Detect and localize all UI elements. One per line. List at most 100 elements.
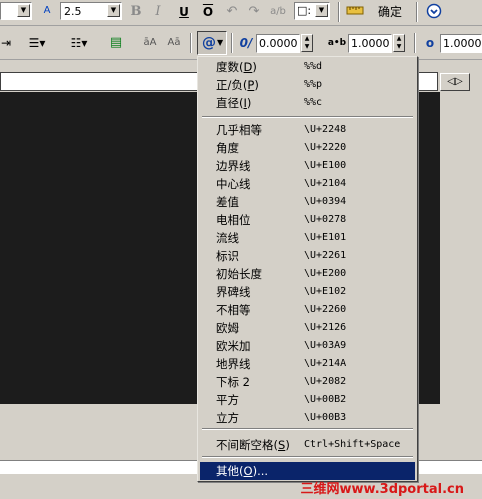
text-height-combo[interactable]: 2.5 ▼ [60,2,122,20]
menu-item-label: 电相位 [216,213,251,227]
tracking-spinner[interactable]: ▲ ▼ [393,34,405,52]
ok-button[interactable]: 确定 [370,3,410,21]
menu-item-symbol[interactable]: 几乎相等 \U+2248 [200,121,415,139]
text-height-icon: A [43,5,51,16]
menu-separator [202,456,413,458]
options-icon[interactable] [424,3,444,21]
toolbar-separator [414,33,416,53]
chevron-down-icon[interactable]: ▼ [17,4,30,17]
tab-icon[interactable]: ⇥ [0,34,12,52]
menu-item-code: \U+E200 [304,268,347,279]
menu-item-label: 平方 [216,393,239,407]
menu-item-symbol[interactable]: 角度 \U+2220 [200,139,415,157]
menu-item-label: 边界线 [216,159,251,173]
menu-item-symbol[interactable]: 标识 \U+2261 [200,247,415,265]
menu-item-symbol[interactable]: 欧姆 \U+2126 [200,319,415,337]
menu-item-degree[interactable]: 度数(D) %%d [200,58,415,76]
menu-item-label: 欧姆 [216,321,239,335]
watermark: 三维网www.3dportal.cn [300,482,464,497]
menu-item-label: 直径 [216,96,239,110]
ruler-icon[interactable] [345,3,365,21]
menu-item-symbol[interactable]: 地界线 \U+214A [200,355,415,373]
oblique-angle-icon: 0/ [239,36,253,50]
menu-item-symbol[interactable]: 差值 \U+0394 [200,193,415,211]
redo-icon[interactable]: ↷ [246,3,262,21]
menu-item-symbol[interactable]: 中心线 \U+2104 [200,175,415,193]
menu-item-label: 不相等 [216,303,251,317]
menu-item-plus-minus[interactable]: 正/负(P) %%p [200,76,415,94]
symbol-menu: 度数(D) %%d 正/负(P) %%p 直径(I) %%c 几乎相等 \U+22… [197,56,418,482]
ruler-arrows-icon[interactable]: ◁▷ [440,73,470,91]
menu-item-code: \U+2261 [304,250,347,261]
color-combo[interactable]: □: ▼ [294,2,330,20]
font-combo[interactable]: ▼ [0,2,32,20]
menu-item-code: \U+2104 [304,178,347,189]
menu-item-hotkey: P [247,78,255,92]
tracking-value: 1.0000 [351,37,390,50]
menu-item-label: 其他 [216,464,239,478]
numbering-icon[interactable]: ☷▾ [64,34,94,52]
width-factor-input[interactable]: 1.0000 [440,34,482,53]
menu-item-ellipsis: ... [257,464,269,478]
underline-button[interactable]: U [176,3,192,21]
menu-item-symbol[interactable]: 边界线 \U+E100 [200,157,415,175]
tracking-icon: a•b [327,38,347,48]
width-factor-value: 1.0000 [443,37,482,50]
menu-item-symbol[interactable]: 初始长度 \U+E200 [200,265,415,283]
menu-item-diameter[interactable]: 直径(I) %%c [200,94,415,112]
menu-item-label: 正/负 [216,78,243,92]
menu-item-label: 度数 [216,60,239,74]
chevron-down-icon[interactable]: ▼ [107,4,120,17]
menu-item-symbol[interactable]: 流线 \U+E101 [200,229,415,247]
lowercase-button[interactable]: Aā [164,34,184,52]
formatting-toolbar: ▼ A 2.5 ▼ B I U O ↶ ↷ a/b □: ▼ 确定 [0,0,482,26]
menu-item-nonbreaking-space[interactable]: 不间断空格(S) Ctrl+Shift+Space [200,436,415,454]
tracking-input[interactable]: 1.0000 [348,34,392,53]
menu-item-symbol[interactable]: 下标 2 \U+2082 [200,373,415,391]
toolbar-separator [338,2,340,22]
line-spacing-icon[interactable]: ☰▾ [22,34,52,52]
menu-item-symbol[interactable]: 电相位 \U+0278 [200,211,415,229]
menu-item-hotkey: I [243,96,247,110]
width-factor-icon: o [425,36,435,50]
symbol-button[interactable]: @ ▼ [197,31,227,55]
toolbar-separator [416,2,418,22]
menu-item-hotkey: S [278,438,286,452]
menu-item-shortcut: Ctrl+Shift+Space [304,439,401,450]
color-value: □: [297,4,312,17]
stack-icon[interactable]: a/b [268,3,288,21]
oblique-spinner[interactable]: ▲ ▼ [301,34,313,52]
uppercase-button[interactable]: āA [140,34,160,52]
bold-button[interactable]: B [128,3,144,21]
menu-item-symbol[interactable]: 不相等 \U+2260 [200,301,415,319]
menu-item-code: \U+00B2 [304,394,347,405]
menu-item-label: 流线 [216,231,239,245]
menu-item-label: 角度 [216,141,239,155]
at-sign-icon: @ [202,35,216,51]
menu-item-symbol[interactable]: 立方 \U+00B3 [200,409,415,427]
menu-item-symbol[interactable]: 界碑线 \U+E102 [200,283,415,301]
menu-item-code: \U+0278 [304,214,347,225]
insert-field-icon[interactable]: ▤ [106,34,126,52]
menu-item-code: \U+2082 [304,376,347,387]
menu-item-code: \U+2220 [304,142,347,153]
menu-item-code: \U+2248 [304,124,347,135]
menu-item-label: 中心线 [216,177,251,191]
undo-icon[interactable]: ↶ [224,3,240,21]
menu-item-label: 不间断空格 [216,438,274,452]
italic-button[interactable]: I [150,3,166,21]
menu-item-code: \U+E101 [304,232,347,243]
chevron-down-icon: ▼ [217,38,224,47]
menu-item-symbol[interactable]: 欧米加 \U+03A9 [200,337,415,355]
menu-item-label: 差值 [216,195,239,209]
menu-item-code: \U+214A [304,358,347,369]
menu-item-label: 初始长度 [216,267,262,281]
menu-item-hotkey: D [243,60,253,74]
oblique-angle-value: 0.0000 [259,37,298,50]
chevron-down-icon[interactable]: ▼ [315,4,328,17]
overline-button[interactable]: O [200,3,216,21]
oblique-angle-input[interactable]: 0.0000 [256,34,300,53]
menu-item-code: %%c [304,97,323,108]
menu-item-symbol[interactable]: 平方 \U+00B2 [200,391,415,409]
menu-item-label: 标识 [216,249,239,263]
